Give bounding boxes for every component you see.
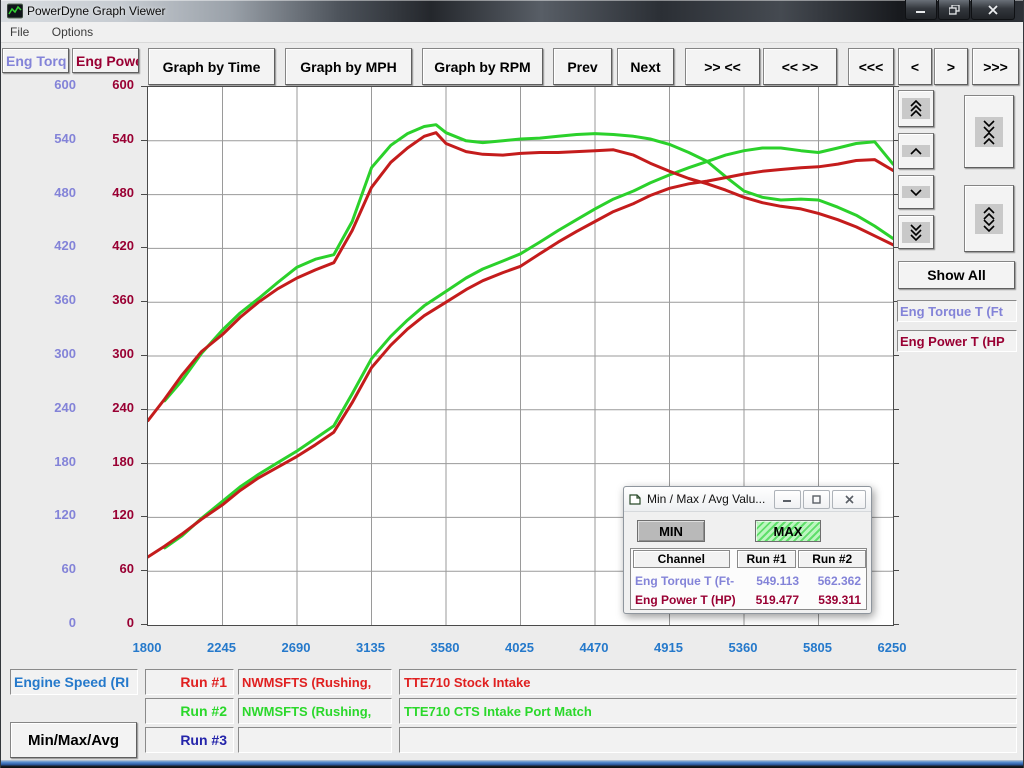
y-scale-down-button[interactable]: [898, 175, 934, 209]
dialog-restore-button[interactable]: [803, 490, 830, 509]
run1-label[interactable]: Run #1: [145, 669, 234, 695]
zoom-in-x-button[interactable]: >> <<: [685, 48, 760, 85]
run3-description-field[interactable]: [399, 727, 1017, 753]
minmax-dialog: Min / Max / Avg Valu... MIN MAX Channel …: [623, 486, 872, 614]
dialog-torque-run2-value: 562.362: [799, 574, 861, 588]
dialog-title-bar[interactable]: Min / Max / Avg Valu...: [624, 487, 871, 512]
x-axis-channel-label[interactable]: Engine Speed (RI: [10, 669, 138, 695]
show-all-button[interactable]: Show All: [898, 261, 1015, 289]
chevron-down-icon: [902, 186, 930, 198]
scroll-left-button[interactable]: <: [898, 48, 932, 85]
window-title: PowerDyne Graph Viewer: [27, 4, 166, 18]
series-run-2-eng-torque-t-ft-lbs-tte710-cts-intake-port-match: [165, 125, 893, 401]
zoom-out-x-button[interactable]: << >>: [763, 48, 837, 85]
y-axis-power-label: 240: [64, 400, 134, 415]
y-zoom-collapse-button[interactable]: [964, 185, 1014, 252]
dialog-torque-channel: Eng Torque T (Ft-: [631, 574, 739, 588]
dialog-page-icon: [629, 493, 642, 506]
powerdyne-window: PowerDyne Graph Viewer File Options Eng …: [0, 0, 1024, 768]
menu-options[interactable]: Options: [43, 22, 102, 39]
x-axis-label: 2690: [266, 640, 326, 655]
run2-operator-field[interactable]: NWMSFTS (Rushing,: [238, 698, 392, 724]
x-axis-label: 2245: [192, 640, 252, 655]
y-axis-power-label: 120: [64, 507, 134, 522]
prev-button[interactable]: Prev: [553, 48, 612, 85]
y-scale-down-fast-button[interactable]: [898, 215, 934, 249]
x-axis-label: 6250: [862, 640, 922, 655]
x-axis-label: 3135: [341, 640, 401, 655]
graph-by-time-button[interactable]: Graph by Time: [148, 48, 275, 85]
y-axis-power-label: 180: [64, 454, 134, 469]
next-button[interactable]: Next: [617, 48, 674, 85]
y-axis-power-label: 60: [64, 561, 134, 576]
chevron-down-triple-icon: [902, 222, 930, 243]
graph-by-mph-button[interactable]: Graph by MPH: [285, 48, 412, 85]
dialog-column-run2[interactable]: Run #2: [798, 550, 866, 568]
x-axis-label: 4915: [639, 640, 699, 655]
minimize-button[interactable]: [905, 0, 937, 20]
x-axis-label: 4470: [564, 640, 624, 655]
y-scale-up-button[interactable]: [898, 133, 934, 169]
dialog-column-run1[interactable]: Run #1: [737, 550, 797, 568]
y-axis-power-label: 540: [64, 131, 134, 146]
close-button[interactable]: [971, 0, 1015, 20]
run2-label[interactable]: Run #2: [145, 698, 234, 724]
y-scale-up-fast-button[interactable]: [898, 90, 934, 127]
minimize-icon: [916, 5, 926, 14]
y-axis-power-label: 600: [64, 77, 134, 92]
y-axis-power-label: 420: [64, 238, 134, 253]
run1-operator-field[interactable]: NWMSFTS (Rushing,: [238, 669, 392, 695]
title-bar[interactable]: PowerDyne Graph Viewer: [1, 0, 1023, 22]
app-graph-icon: [7, 3, 23, 19]
run2-description-field[interactable]: TTE710 CTS Intake Port Match: [399, 698, 1017, 724]
right-torque-channel-label[interactable]: Eng Torque T (Ft: [897, 300, 1017, 322]
x-axis-label: 4025: [490, 640, 550, 655]
scroll-far-left-button[interactable]: <<<: [848, 48, 894, 85]
run3-label[interactable]: Run #3: [145, 727, 234, 753]
dialog-min-button[interactable]: MIN: [637, 520, 705, 542]
x-axis-label: 5360: [713, 640, 773, 655]
window-bottom-frame: [1, 760, 1024, 768]
dialog-close-button[interactable]: [832, 490, 866, 509]
scroll-right-button[interactable]: >: [934, 48, 968, 85]
chevron-up-icon: [902, 145, 930, 157]
dialog-row-torque: Eng Torque T (Ft- 549.113 562.362: [631, 571, 866, 590]
channel-button-torque[interactable]: Eng Torq: [2, 48, 69, 73]
graph-by-rpm-button[interactable]: Graph by RPM: [422, 48, 543, 85]
menu-file[interactable]: File: [1, 22, 38, 39]
run1-description-field[interactable]: TTE710 Stock Intake: [399, 669, 1017, 695]
dialog-max-button[interactable]: MAX: [755, 520, 821, 542]
dialog-title: Min / Max / Avg Valu...: [647, 492, 772, 506]
menu-bar: File Options: [1, 22, 1023, 43]
run3-operator-field[interactable]: [238, 727, 392, 753]
y-axis-power-label: 360: [64, 292, 134, 307]
chevron-up-triple-icon: [902, 98, 930, 119]
x-axis-label: 1800: [117, 640, 177, 655]
y-axis-power-label: 480: [64, 185, 134, 200]
dialog-power-run1-value: 519.477: [739, 593, 799, 607]
close-icon: [988, 5, 998, 15]
dialog-power-channel: Eng Power T (HP): [631, 593, 739, 607]
y-axis-power-label: 0: [64, 615, 134, 630]
y-zoom-expand-button[interactable]: [964, 95, 1014, 168]
dialog-minimize-button[interactable]: [774, 490, 801, 509]
dialog-column-channel[interactable]: Channel: [633, 550, 730, 568]
dialog-power-run2-value: 539.311: [799, 593, 861, 607]
channel-button-power[interactable]: Eng Powe: [72, 48, 139, 73]
chevron-collapse-icon: [975, 204, 1003, 234]
x-axis-label: 3580: [415, 640, 475, 655]
dialog-torque-run1-value: 549.113: [739, 574, 799, 588]
chevron-expand-icon: [975, 117, 1003, 147]
scroll-far-right-button[interactable]: >>>: [972, 48, 1019, 85]
y-axis-power-label: 300: [64, 346, 134, 361]
restore-icon: [949, 5, 960, 15]
x-axis-label: 5805: [788, 640, 848, 655]
dialog-row-power: Eng Power T (HP) 519.477 539.311: [631, 590, 866, 609]
right-power-channel-label[interactable]: Eng Power T (HP: [897, 330, 1017, 352]
dialog-values-table: Channel Run #1 Run #2 Eng Torque T (Ft- …: [630, 548, 867, 610]
restore-button[interactable]: [938, 0, 970, 20]
min-max-avg-button[interactable]: Min/Max/Avg: [10, 722, 137, 758]
